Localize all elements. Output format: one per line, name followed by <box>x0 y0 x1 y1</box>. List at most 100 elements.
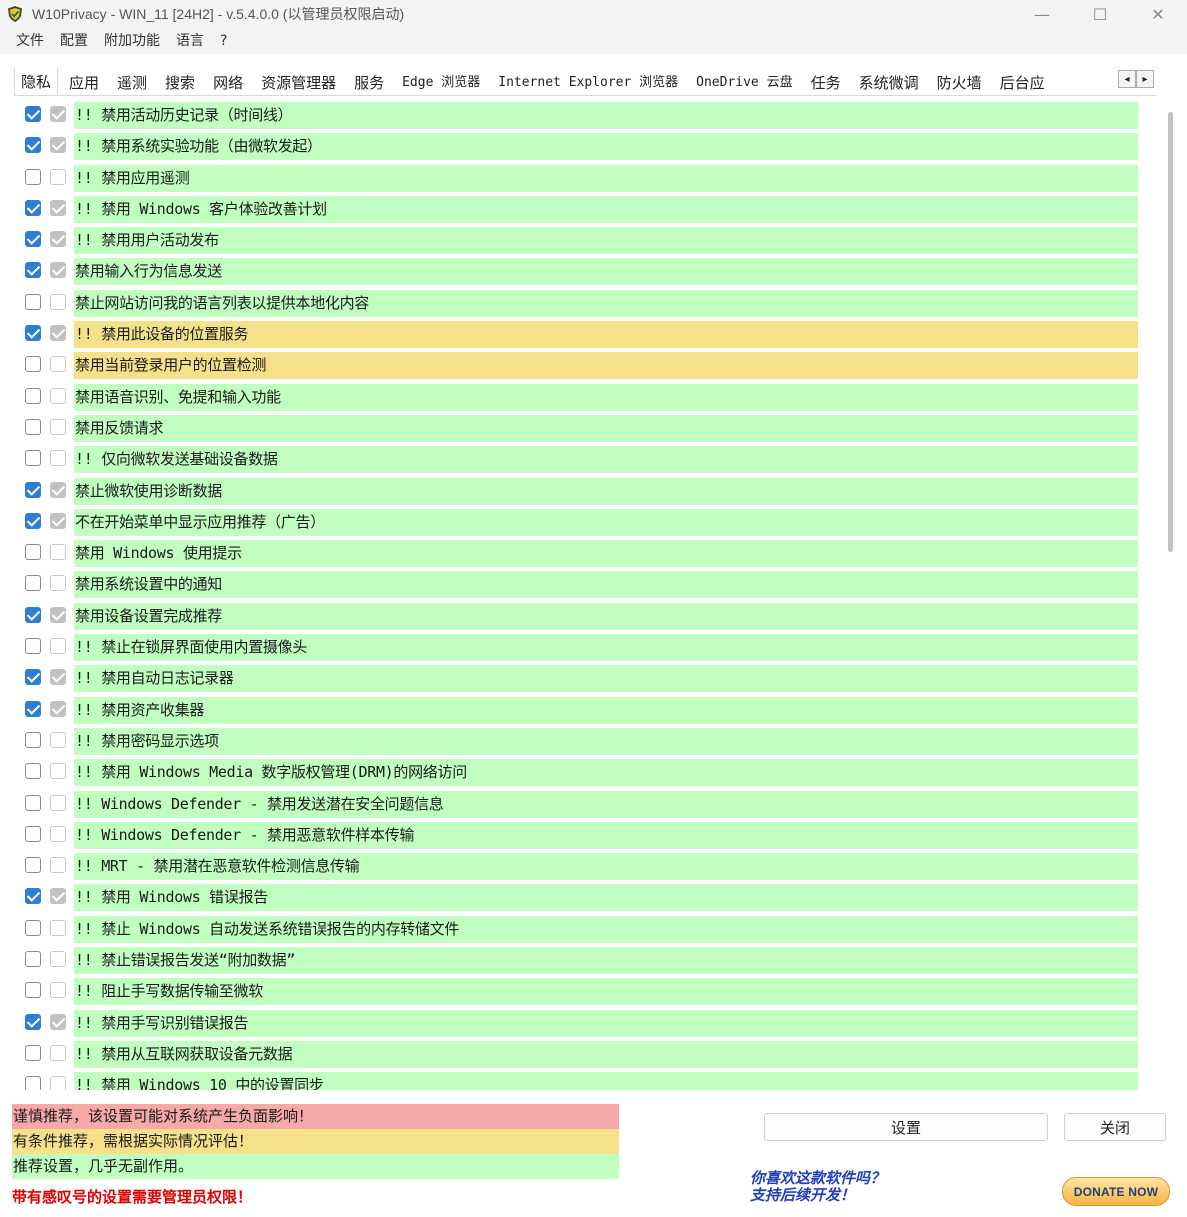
setting-label[interactable]: !! 禁用从互联网获取设备元数据 <box>74 1040 1138 1068</box>
setting-label[interactable]: 禁止微软使用诊断数据 <box>74 477 1138 505</box>
setting-checkbox[interactable] <box>25 763 41 780</box>
setting-checkbox[interactable] <box>25 231 41 248</box>
minimize-icon[interactable]: — <box>1013 0 1071 28</box>
setting-label[interactable]: !! 禁用密码显示选项 <box>74 727 1138 755</box>
setting-checkbox[interactable] <box>25 418 41 435</box>
tab-8[interactable]: Internet Explorer 浏览器 <box>491 69 685 95</box>
close-button[interactable]: 关闭 <box>1064 1113 1166 1141</box>
setting-label[interactable]: !! 禁用应用遥测 <box>74 164 1138 192</box>
setting-checkbox[interactable] <box>25 669 41 686</box>
tab-11[interactable]: 系统微调 <box>852 69 926 95</box>
list-item: !! 禁用此设备的位置服务 <box>14 319 1140 350</box>
setting-checkbox[interactable] <box>25 450 41 467</box>
setting-checkbox[interactable] <box>25 356 41 373</box>
setting-label[interactable]: 禁用 Windows 使用提示 <box>74 540 1138 568</box>
recommended-checkbox <box>50 731 66 748</box>
tab-6[interactable]: 服务 <box>347 69 391 95</box>
setting-label[interactable]: 禁用语音识别、免提和输入功能 <box>74 383 1138 411</box>
setting-label[interactable]: !! 禁止 Windows 自动发送系统错误报告的内存转储文件 <box>74 915 1138 943</box>
tab-1[interactable]: 应用 <box>62 69 106 95</box>
setting-label[interactable]: !! 禁用资产收集器 <box>74 696 1138 724</box>
close-icon[interactable]: ✕ <box>1129 0 1187 28</box>
recommended-checkbox <box>50 575 66 592</box>
setting-checkbox[interactable] <box>25 951 41 968</box>
setting-label[interactable]: 禁用设备设置完成推荐 <box>74 602 1138 630</box>
setting-label[interactable]: 不在开始菜单中显示应用推荐（广告） <box>74 508 1138 536</box>
setting-label[interactable]: !! 禁用 Windows 客户体验改善计划 <box>74 195 1138 223</box>
tab-scroll-left-icon[interactable]: ◂ <box>1118 70 1136 88</box>
tab-7[interactable]: Edge 浏览器 <box>395 69 487 95</box>
setting-label[interactable]: 禁用输入行为信息发送 <box>74 258 1138 286</box>
setting-label[interactable]: !! 禁用活动历史记录（时间线） <box>74 102 1138 129</box>
menu-language[interactable]: 语言 <box>168 28 212 54</box>
setting-checkbox[interactable] <box>25 387 41 404</box>
setting-label[interactable]: !! Windows Defender - 禁用发送潜在安全问题信息 <box>74 790 1138 818</box>
setting-label[interactable]: 禁止网站访问我的语言列表以提供本地化内容 <box>74 289 1138 317</box>
menu-config[interactable]: 配置 <box>52 28 96 54</box>
setting-checkbox[interactable] <box>25 262 41 279</box>
setting-label[interactable]: !! 禁用 Windows 错误报告 <box>74 884 1138 912</box>
tab-9[interactable]: OneDrive 云盘 <box>689 69 799 95</box>
setting-checkbox[interactable] <box>25 1076 41 1090</box>
tab-2[interactable]: 遥测 <box>110 69 154 95</box>
setting-checkbox[interactable] <box>25 137 41 154</box>
setting-label[interactable]: !! 禁用 Windows Media 数字版权管理(DRM)的网络访问 <box>74 759 1138 787</box>
setting-label[interactable]: 禁用反馈请求 <box>74 414 1138 442</box>
menu-help[interactable]: ? <box>212 28 235 54</box>
menu-bar: 文件 配置 附加功能 语言 ? <box>0 28 1187 54</box>
setting-label[interactable]: !! 禁用系统实验功能（由微软发起） <box>74 133 1138 161</box>
setting-checkbox[interactable] <box>25 1044 41 1061</box>
setting-label[interactable]: !! 禁止在锁屏界面使用内置摄像头 <box>74 634 1138 662</box>
setting-label[interactable]: !! 禁止错误报告发送“附加数据” <box>74 947 1138 975</box>
setting-checkbox[interactable] <box>25 731 41 748</box>
setting-checkbox[interactable] <box>25 700 41 717</box>
setting-label[interactable]: !! 仅向微软发送基础设备数据 <box>74 446 1138 474</box>
admin-note: 带有感叹号的设置需要管理员权限！ <box>12 1188 253 1206</box>
setting-label[interactable]: !! 禁用自动日志记录器 <box>74 665 1138 693</box>
setting-label[interactable]: !! 禁用 Windows 10 中的设置同步 <box>74 1072 1138 1090</box>
setting-label[interactable]: !! 禁用此设备的位置服务 <box>74 321 1138 349</box>
setting-checkbox[interactable] <box>25 199 41 216</box>
setting-checkbox[interactable] <box>25 325 41 342</box>
setting-checkbox[interactable] <box>25 982 41 999</box>
recommended-checkbox <box>50 794 66 811</box>
setting-checkbox[interactable] <box>25 293 41 310</box>
setting-label[interactable]: !! Windows Defender - 禁用恶意软件样本传输 <box>74 821 1138 849</box>
setting-checkbox[interactable] <box>25 919 41 936</box>
setting-label[interactable]: 禁用系统设置中的通知 <box>74 571 1138 599</box>
tab-13[interactable]: 后台应 <box>993 69 1052 95</box>
setting-checkbox[interactable] <box>25 168 41 185</box>
setting-label[interactable]: !! MRT - 禁用潜在恶意软件检测信息传输 <box>74 853 1138 881</box>
donate-button[interactable]: DONATE NOW <box>1062 1177 1170 1206</box>
setting-checkbox[interactable] <box>25 544 41 561</box>
list-scrollbar[interactable] <box>1168 102 1174 1102</box>
setting-checkbox[interactable] <box>25 857 41 874</box>
tab-scroll-right-icon[interactable]: ▸ <box>1136 70 1154 88</box>
setting-checkbox[interactable] <box>25 606 41 623</box>
tab-4[interactable]: 网络 <box>206 69 250 95</box>
tab-3[interactable]: 搜索 <box>158 69 202 95</box>
setting-checkbox[interactable] <box>25 825 41 842</box>
setting-checkbox[interactable] <box>25 106 41 122</box>
setting-checkbox[interactable] <box>25 888 41 905</box>
setting-checkbox[interactable] <box>25 575 41 592</box>
setting-checkbox[interactable] <box>25 481 41 498</box>
tab-5[interactable]: 资源管理器 <box>254 69 343 95</box>
list-item: !! 禁用资产收集器 <box>14 695 1140 726</box>
setting-checkbox[interactable] <box>25 1013 41 1030</box>
scrollbar-thumb[interactable] <box>1168 112 1173 552</box>
setting-checkbox[interactable] <box>25 512 41 529</box>
tab-12[interactable]: 防火墙 <box>930 69 989 95</box>
tab-10[interactable]: 任务 <box>804 69 848 95</box>
menu-file[interactable]: 文件 <box>8 28 52 54</box>
setting-label[interactable]: 禁用当前登录用户的位置检测 <box>74 352 1138 380</box>
setting-label[interactable]: !! 禁用手写识别错误报告 <box>74 1009 1138 1037</box>
settings-button[interactable]: 设置 <box>764 1113 1048 1141</box>
tab-0[interactable]: 隐私 <box>14 68 59 95</box>
setting-label[interactable]: !! 阻止手写数据传输至微软 <box>74 978 1138 1006</box>
setting-checkbox[interactable] <box>25 794 41 811</box>
maximize-icon[interactable]: ☐ <box>1071 0 1129 28</box>
setting-label[interactable]: !! 禁用用户活动发布 <box>74 227 1138 255</box>
menu-extras[interactable]: 附加功能 <box>96 28 168 54</box>
setting-checkbox[interactable] <box>25 638 41 655</box>
